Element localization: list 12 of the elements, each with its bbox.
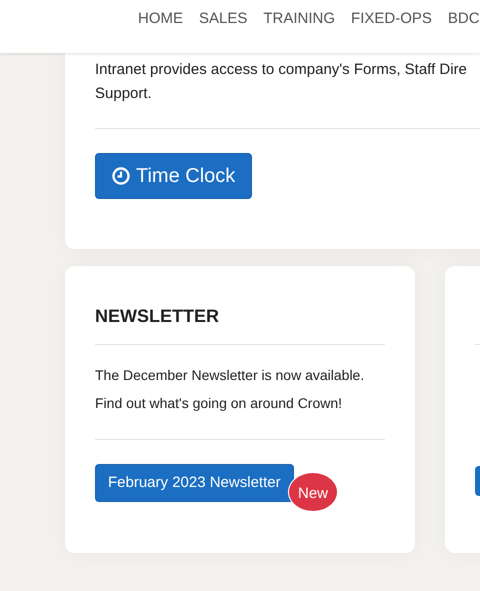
- card-text: The December Newsletter is now available. Find out what's going on around Crown!: [95, 366, 366, 413]
- nav-link[interactable]: BDC: [440, 8, 480, 30]
- clock-icon: [112, 167, 130, 185]
- intro-text: Intranet provides access to company's Forms, Staff Dire Support.: [95, 60, 468, 104]
- new-badge: New: [288, 472, 338, 512]
- nav-link[interactable]: SALES: [191, 8, 256, 30]
- time-clock-button[interactable]: Time Clock: [95, 153, 252, 199]
- nav-link[interactable]: HOME: [130, 8, 191, 30]
- nav-link[interactable]: FIXED-OPS: [343, 8, 440, 30]
- card-heading: NEWSLETTER: [95, 306, 220, 326]
- nav-link[interactable]: TRAINING: [255, 8, 344, 30]
- newsletter-button[interactable]: February 2023 Newsletter: [95, 464, 294, 502]
